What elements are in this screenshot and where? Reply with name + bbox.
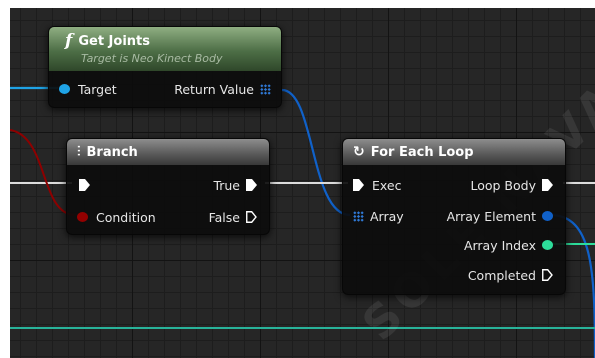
pin-return-value[interactable]: Return Value bbox=[174, 79, 271, 99]
bool-pin-icon[interactable] bbox=[77, 212, 88, 222]
function-f-icon: f bbox=[65, 31, 73, 51]
wire-return-to-array[interactable] bbox=[281, 88, 351, 217]
int-pin-icon[interactable] bbox=[542, 240, 553, 250]
for-each-loop-node[interactable]: ↻ For Each Loop Exec Loop Body Array Arr… bbox=[342, 138, 566, 295]
exec-pin-icon[interactable] bbox=[353, 179, 364, 191]
pin-branch-exec-in[interactable] bbox=[79, 175, 90, 195]
blueprint-graph-canvas[interactable]: SOLE NAVALE f Get Joints Target is Neo K… bbox=[10, 8, 595, 358]
branch-title: Branch bbox=[86, 144, 138, 160]
loop-icon: ↻ bbox=[353, 144, 365, 160]
exec-pin-outline-icon[interactable] bbox=[246, 211, 257, 223]
pin-false[interactable]: False bbox=[209, 207, 257, 227]
pin-array[interactable]: Array bbox=[353, 206, 404, 226]
array-pin-icon[interactable] bbox=[260, 83, 271, 95]
pin-array-element-label: Array Element bbox=[446, 208, 536, 224]
pin-true[interactable]: True bbox=[213, 175, 257, 195]
wire-condition-in[interactable] bbox=[10, 129, 75, 216]
pin-array-label: Array bbox=[370, 208, 404, 224]
exec-pin-icon[interactable] bbox=[542, 179, 553, 191]
array-pin-icon[interactable] bbox=[353, 210, 364, 222]
pin-array-index-label: Array Index bbox=[463, 237, 536, 253]
pin-loop-body-label: Loop Body bbox=[470, 177, 536, 193]
branch-icon: ⫶ bbox=[77, 144, 81, 160]
pin-condition-label: Condition bbox=[96, 209, 156, 225]
object-pin-icon[interactable] bbox=[542, 211, 553, 221]
exec-pin-icon[interactable] bbox=[79, 179, 90, 191]
pin-return-value-label: Return Value bbox=[174, 81, 254, 97]
pin-exec-label: Exec bbox=[372, 177, 402, 193]
get-joints-title: Get Joints bbox=[78, 34, 150, 49]
branch-node[interactable]: ⫶ Branch True Condition False bbox=[66, 138, 270, 235]
pin-completed-label: Completed bbox=[467, 267, 536, 283]
pin-false-label: False bbox=[208, 209, 240, 225]
get-joints-subtitle: Target is Neo Kinect Body bbox=[81, 52, 223, 65]
pin-completed[interactable]: Completed bbox=[468, 265, 553, 285]
pin-condition[interactable]: Condition bbox=[77, 207, 156, 227]
get-joints-header[interactable]: f Get Joints Target is Neo Kinect Body bbox=[49, 27, 281, 71]
pin-loop-body[interactable]: Loop Body bbox=[470, 175, 553, 195]
pin-exec[interactable]: Exec bbox=[353, 175, 401, 195]
branch-header[interactable]: ⫶ Branch bbox=[67, 139, 269, 165]
pin-array-element[interactable]: Array Element bbox=[447, 206, 553, 226]
pin-target-label: Target bbox=[78, 81, 117, 97]
get-joints-node[interactable]: f Get Joints Target is Neo Kinect Body T… bbox=[48, 26, 282, 108]
object-pin-icon[interactable] bbox=[59, 84, 70, 94]
for-each-loop-title: For Each Loop bbox=[370, 144, 474, 160]
pin-true-label: True bbox=[213, 177, 240, 193]
pin-target[interactable]: Target bbox=[59, 79, 117, 99]
pin-array-index[interactable]: Array Index bbox=[464, 235, 553, 255]
exec-pin-outline-icon[interactable] bbox=[542, 269, 553, 281]
for-each-loop-header[interactable]: ↻ For Each Loop bbox=[343, 139, 565, 165]
exec-pin-icon[interactable] bbox=[246, 179, 257, 191]
